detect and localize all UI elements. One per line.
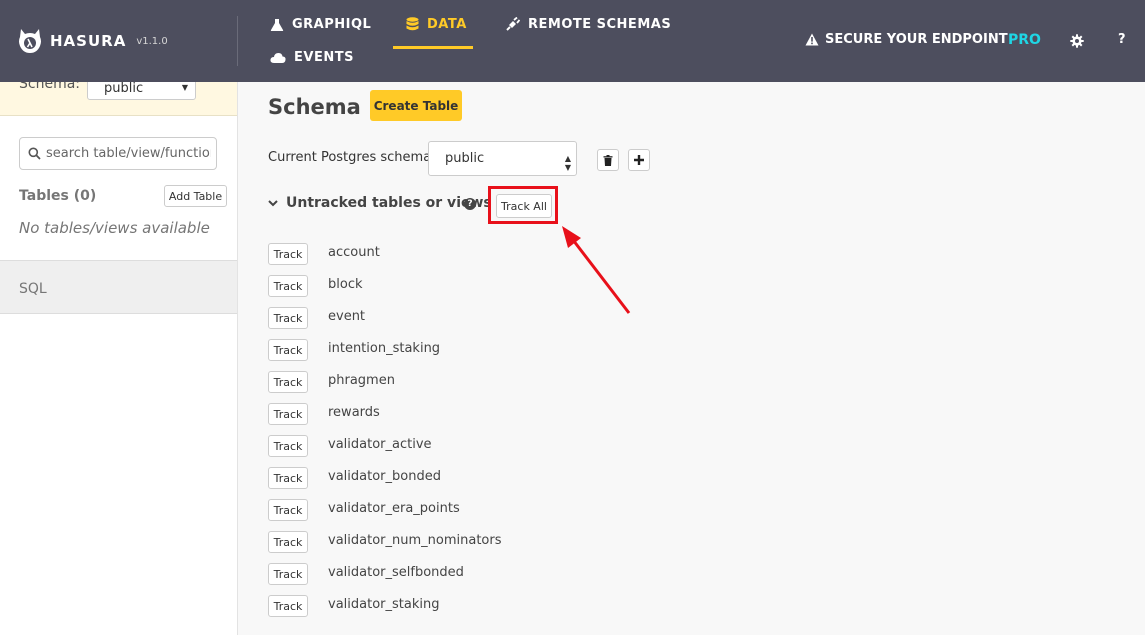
add-schema-button[interactable] [628, 149, 650, 171]
chevron-down-icon [268, 199, 278, 207]
nav-events[interactable]: EVENTS [270, 50, 354, 65]
table-name: account [328, 245, 380, 260]
nav-graphiql[interactable]: GRAPHIQL [270, 17, 371, 32]
secure-endpoint-label: SECURE YOUR ENDPOINT [825, 32, 1008, 47]
sidebar-schema-bar: Schema: public ▼ [0, 82, 237, 116]
track-button[interactable]: Track [268, 371, 308, 393]
track-button[interactable]: Track [268, 307, 308, 329]
nav-events-label: EVENTS [294, 50, 354, 65]
table-search-input[interactable] [46, 146, 211, 161]
track-button[interactable]: Track [268, 243, 308, 265]
plus-icon [634, 155, 644, 165]
nav-remote-schemas[interactable]: REMOTE SCHEMAS [505, 17, 671, 32]
main-content: Schema Create Table Current Postgres sch… [238, 82, 1145, 635]
annotation-arrow [562, 226, 631, 314]
tables-heading: Tables (0) [19, 188, 97, 204]
brand-version: v1.1.0 [136, 35, 168, 47]
nav-divider [237, 16, 238, 66]
track-button[interactable]: Track [268, 531, 308, 553]
nav-data-label: DATA [427, 17, 467, 32]
track-button[interactable]: Track [268, 595, 308, 617]
flask-icon [270, 18, 284, 32]
sidebar-schema-select[interactable]: public ▼ [87, 82, 196, 100]
table-name: validator_num_nominators [328, 533, 502, 548]
hasura-logo-icon [18, 27, 42, 55]
track-button[interactable]: Track [268, 403, 308, 425]
nav-graphiql-label: GRAPHIQL [292, 17, 372, 32]
table-search-box[interactable] [19, 137, 217, 170]
question-icon[interactable]: ? [464, 198, 476, 210]
help-link[interactable]: ? [1118, 32, 1126, 47]
track-all-button[interactable]: Track All [496, 194, 552, 218]
brand-logo[interactable]: HASURA v1.1.0 [18, 27, 168, 55]
sidebar-schema-value: public [104, 82, 144, 96]
track-button[interactable]: Track [268, 275, 308, 297]
track-button[interactable]: Track [268, 435, 308, 457]
table-name: validator_active [328, 437, 432, 452]
table-name: intention_staking [328, 341, 441, 356]
nav-remote-schemas-label: REMOTE SCHEMAS [528, 17, 672, 32]
current-schema-select[interactable]: public ▲ ▼ [428, 141, 577, 176]
create-table-button[interactable]: Create Table [370, 90, 462, 121]
table-name: validator_bonded [328, 469, 441, 484]
trash-icon [603, 154, 613, 166]
top-navbar: HASURA v1.1.0 GRAPHIQL DATA REMOTE SCHEM… [0, 0, 1145, 82]
cloud-icon [270, 52, 286, 64]
active-tab-indicator [393, 46, 473, 49]
sidebar-item-sql[interactable]: SQL [0, 260, 237, 314]
secure-endpoint-link[interactable]: SECURE YOUR ENDPOINT [805, 32, 1008, 47]
untracked-section-toggle[interactable]: Untracked tables or views [268, 195, 492, 211]
table-name: validator_era_points [328, 501, 460, 516]
page-title: Schema [268, 95, 361, 119]
table-name: rewards [328, 405, 380, 420]
caret-updown-icon: ▲ ▼ [564, 154, 571, 172]
pro-link[interactable]: PRO [1008, 32, 1041, 48]
database-icon [406, 17, 419, 32]
table-name: phragmen [328, 373, 395, 388]
delete-schema-button[interactable] [597, 149, 619, 171]
untracked-heading: Untracked tables or views [286, 195, 492, 211]
track-button[interactable]: Track [268, 499, 308, 521]
nav-data[interactable]: DATA [406, 17, 467, 32]
track-button[interactable]: Track [268, 339, 308, 361]
brand-name: HASURA [50, 32, 127, 50]
add-table-button[interactable]: Add Table [164, 185, 227, 207]
plug-icon [505, 17, 520, 32]
sidebar: Schema: public ▼ Tables (0) Add Table No… [0, 82, 238, 635]
gear-icon[interactable] [1070, 34, 1084, 48]
track-button[interactable]: Track [268, 563, 308, 585]
caret-down-icon: ▼ [181, 83, 188, 92]
table-name: block [328, 277, 363, 292]
search-icon [28, 147, 41, 160]
table-name: validator_selfbonded [328, 565, 464, 580]
warning-icon [805, 33, 819, 46]
current-schema-label: Current Postgres schema [268, 150, 432, 165]
current-schema-value: public [445, 151, 485, 166]
track-button[interactable]: Track [268, 467, 308, 489]
table-name: event [328, 309, 366, 324]
sidebar-schema-label: Schema: [19, 82, 81, 92]
table-name: validator_staking [328, 597, 440, 612]
no-tables-message: No tables/views available [19, 219, 210, 237]
